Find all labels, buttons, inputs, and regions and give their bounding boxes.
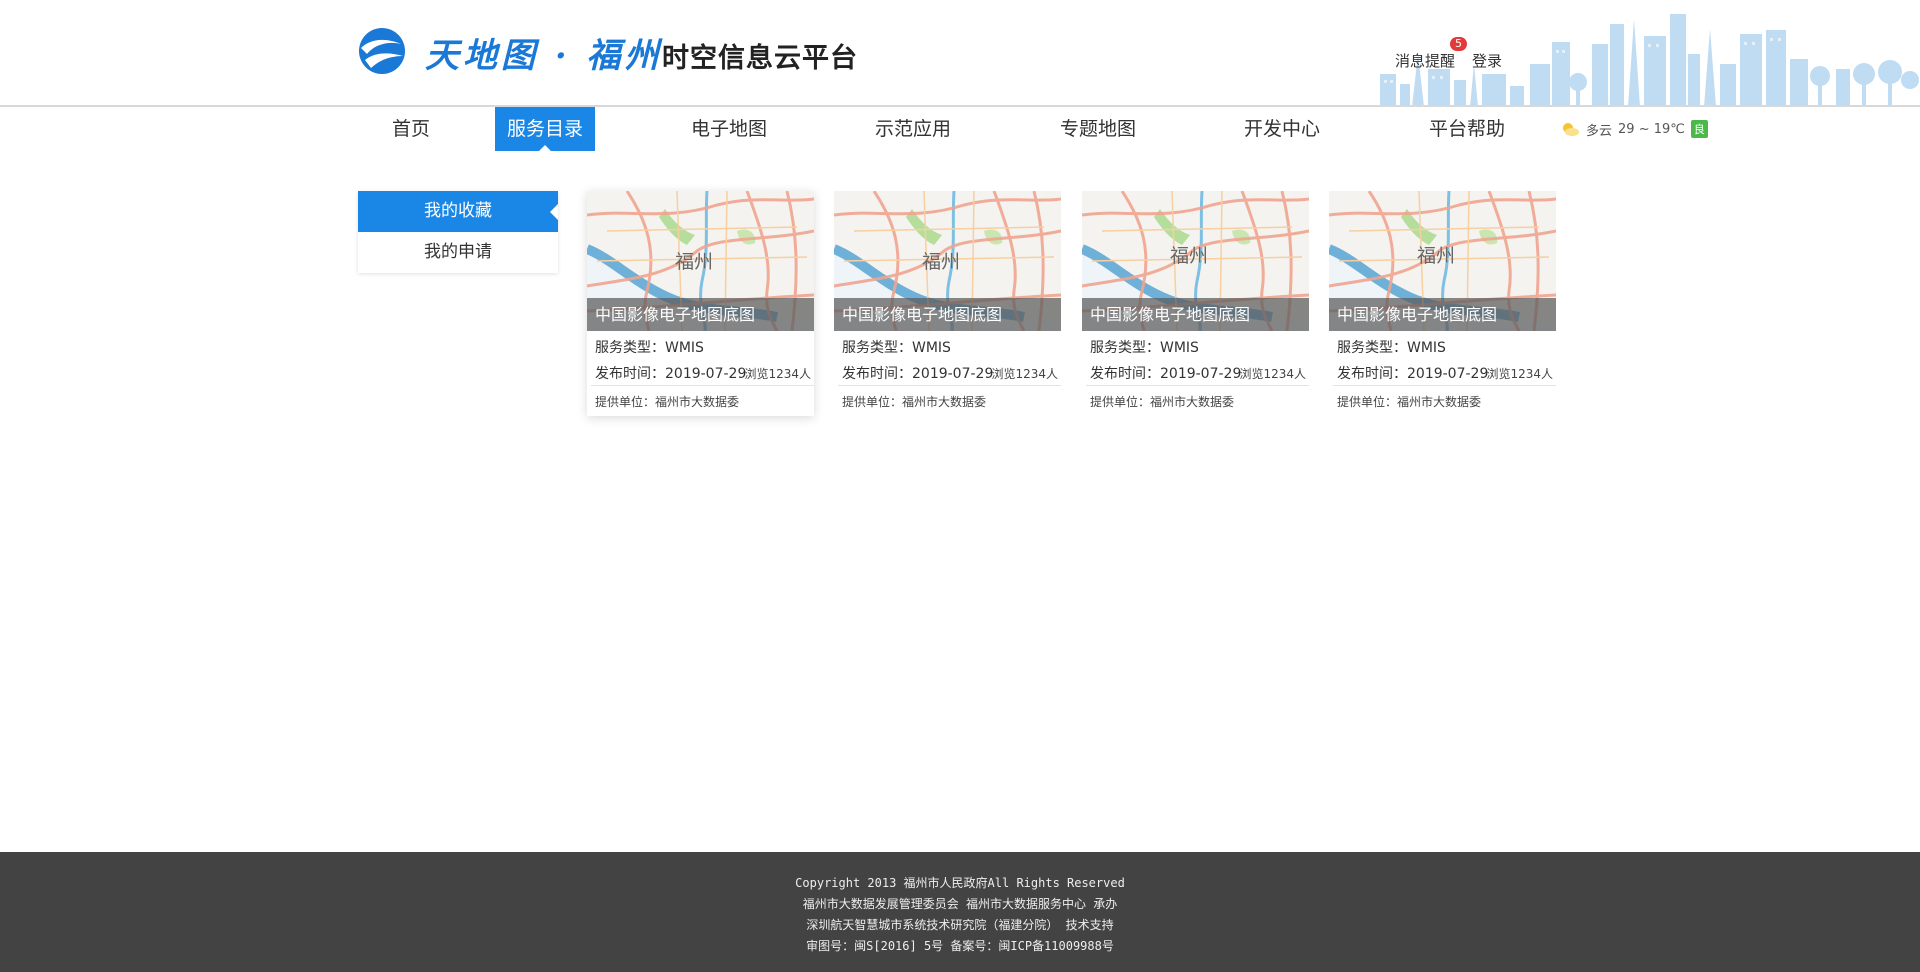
login-link[interactable]: 登录 bbox=[1472, 50, 1502, 71]
view-count: 浏览1234人 bbox=[991, 367, 1058, 381]
weather-temperature: 29 ~ 19℃ bbox=[1618, 121, 1685, 137]
map-city-label: 福州 bbox=[1170, 245, 1209, 267]
service-thumbnail: 福州 中国影像电子地图底图 bbox=[834, 191, 1061, 331]
map-city-label: 福州 bbox=[922, 251, 961, 273]
service-card[interactable]: 福州 中国影像电子地图底图 服务类型：WMIS 发布时间：2019-07-29 … bbox=[834, 191, 1061, 416]
footer-tech-support: 深圳航天智慧城市系统技术研究院（福建分院） 技术支持 bbox=[806, 918, 1114, 932]
service-title: 中国影像电子地图底图 bbox=[1329, 298, 1556, 331]
nav-home[interactable]: 首页 bbox=[384, 107, 438, 151]
publish-date: 发布时间：2019-07-29 bbox=[1337, 366, 1489, 382]
partly-cloudy-icon bbox=[1563, 123, 1579, 136]
service-thumbnail: 福州 中国影像电子地图底图 bbox=[1329, 191, 1556, 331]
provider-unit: 提供单位：福州市大数据委 bbox=[595, 395, 740, 409]
air-quality-badge: 良 bbox=[1690, 120, 1708, 138]
nav-thematic-map[interactable]: 专题地图 bbox=[1053, 107, 1143, 151]
card-divider bbox=[1086, 385, 1309, 386]
sidebar-item-favorites[interactable]: 我的收藏 bbox=[358, 191, 558, 232]
card-divider bbox=[1333, 385, 1556, 386]
provider-unit: 提供单位：福州市大数据委 bbox=[1337, 395, 1482, 409]
provider-unit: 提供单位：福州市大数据委 bbox=[1090, 395, 1235, 409]
nav-platform-help[interactable]: 平台帮助 bbox=[1422, 107, 1512, 151]
site-header: 天地图 · 福州 时空信息云平台 消息提醒 5 登录 bbox=[0, 0, 1920, 107]
nav-demo-apps[interactable]: 示范应用 bbox=[868, 107, 958, 151]
tianditu-logo-icon bbox=[359, 28, 405, 74]
service-type: 服务类型：WMIS bbox=[595, 340, 704, 356]
service-title: 中国影像电子地图底图 bbox=[587, 298, 814, 331]
publish-date: 发布时间：2019-07-29 bbox=[1090, 366, 1242, 382]
view-count: 浏览1234人 bbox=[744, 367, 811, 381]
brand-name: 天地图 · 福州 bbox=[425, 36, 663, 76]
service-card[interactable]: 福州 中国影像电子地图底图 服务类型：WMIS 发布时间：2019-07-29 … bbox=[1082, 191, 1309, 416]
footer-organizer: 福州市大数据发展管理委员会 福州市大数据服务中心 承办 bbox=[802, 897, 1118, 911]
footer-copyright: Copyright 2013 福州市人民政府All Rights Reserve… bbox=[795, 876, 1125, 890]
service-type: 服务类型：WMIS bbox=[1337, 340, 1446, 356]
platform-title: 时空信息云平台 bbox=[662, 43, 858, 74]
view-count: 浏览1234人 bbox=[1486, 367, 1553, 381]
service-title: 中国影像电子地图底图 bbox=[1082, 298, 1309, 331]
publish-date: 发布时间：2019-07-29 bbox=[842, 366, 994, 382]
nav-electronic-map[interactable]: 电子地图 bbox=[684, 107, 774, 151]
card-divider bbox=[591, 385, 814, 386]
service-thumbnail: 福州 中国影像电子地图底图 bbox=[587, 191, 814, 331]
site-footer: Copyright 2013 福州市人民政府All Rights Reserve… bbox=[0, 852, 1920, 972]
service-type: 服务类型：WMIS bbox=[1090, 340, 1199, 356]
map-city-label: 福州 bbox=[675, 251, 714, 273]
message-count-badge: 5 bbox=[1450, 37, 1467, 51]
service-card[interactable]: 福州 中国影像电子地图底图 服务类型：WMIS 发布时间：2019-07-29 … bbox=[1329, 191, 1556, 416]
footer-license: 审图号：闽S[2016] 5号 备案号：闽ICP备11009988号 bbox=[806, 939, 1114, 953]
nav-service-catalog[interactable]: 服务目录 bbox=[495, 107, 595, 151]
service-title: 中国影像电子地图底图 bbox=[834, 298, 1061, 331]
provider-unit: 提供单位：福州市大数据委 bbox=[842, 395, 987, 409]
nav-dev-center[interactable]: 开发中心 bbox=[1237, 107, 1327, 151]
service-thumbnail: 福州 中国影像电子地图底图 bbox=[1082, 191, 1309, 331]
publish-date: 发布时间：2019-07-29 bbox=[595, 366, 747, 382]
view-count: 浏览1234人 bbox=[1239, 367, 1306, 381]
weather-condition: 多云 bbox=[1586, 123, 1613, 139]
sidebar-item-applications[interactable]: 我的申请 bbox=[358, 232, 558, 273]
message-reminder-link[interactable]: 消息提醒 bbox=[1395, 50, 1455, 71]
service-card[interactable]: 福州 中国影像电子地图底图 服务类型：WMIS 发布时间：2019-07-29 … bbox=[587, 191, 814, 416]
map-city-label: 福州 bbox=[1417, 245, 1456, 267]
weather-widget: 多云 29 ~ 19℃ 良 bbox=[1560, 118, 1708, 140]
card-divider bbox=[838, 385, 1061, 386]
service-type: 服务类型：WMIS bbox=[842, 340, 951, 356]
user-sidebar: 我的收藏 我的申请 bbox=[358, 191, 558, 273]
